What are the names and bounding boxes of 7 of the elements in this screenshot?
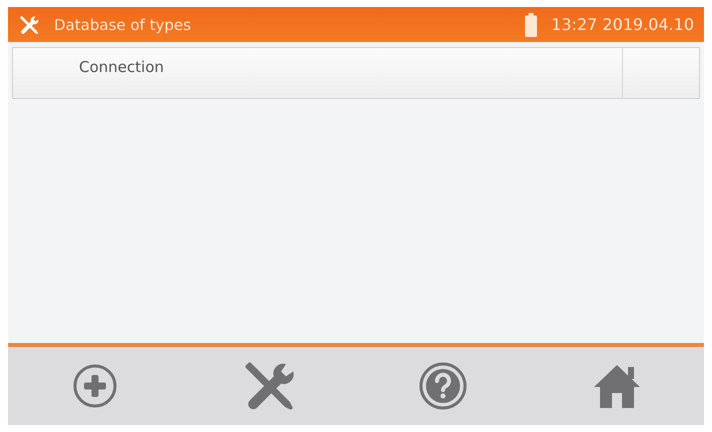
tools-icon bbox=[18, 14, 40, 36]
add-button[interactable] bbox=[72, 363, 118, 409]
help-button[interactable] bbox=[418, 361, 468, 411]
clock: 13:27 2019.04.10 bbox=[551, 15, 694, 34]
battery-icon bbox=[525, 12, 538, 36]
list-row[interactable]: Connection bbox=[12, 47, 700, 99]
window-title: Database of types bbox=[54, 16, 192, 34]
